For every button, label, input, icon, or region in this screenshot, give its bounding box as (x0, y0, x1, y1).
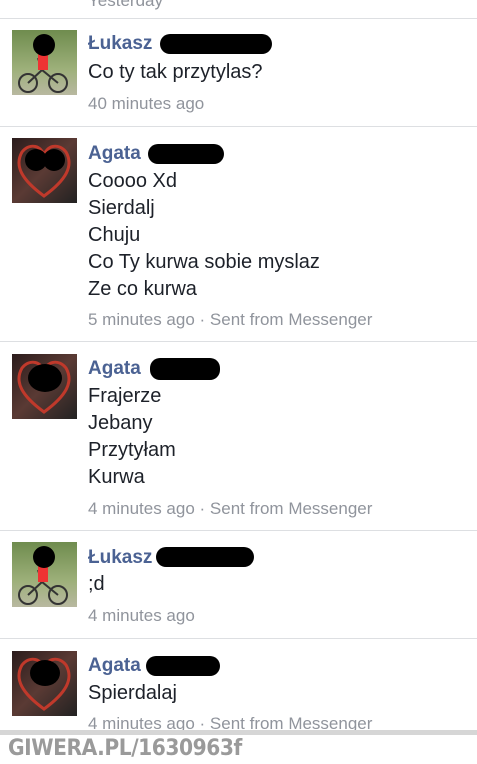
message-text: Co Ty kurwa sobie myslaz (88, 251, 320, 273)
sender-name[interactable]: Agata (88, 358, 141, 380)
message-text: ;d (88, 573, 105, 595)
divider (0, 18, 477, 19)
message-thread: Yesterday Łukasz Co ty tak przytylas? 40… (0, 0, 477, 730)
divider (0, 126, 477, 127)
previous-message-meta: Yesterday (88, 0, 163, 10)
message-text: Frajerze (88, 385, 162, 407)
message-meta: 4 minutes ago · Sent from Messenger (88, 499, 373, 518)
message-text: Ze co kurwa (88, 278, 197, 300)
watermark-bar: GIWERA.PL/1630963f (0, 730, 477, 764)
message-text: Przytyłam (88, 439, 176, 461)
sender-name[interactable]: Agata (88, 143, 141, 165)
message-text: Chuju (88, 224, 141, 246)
redaction-mark (156, 547, 254, 567)
message-text: Co ty tak przytylas? (88, 61, 263, 83)
message-meta: 4 minutes ago · Sent from Messenger (88, 714, 373, 730)
redaction-mark (150, 358, 220, 380)
message-text: Sierdalj (88, 197, 155, 219)
avatar[interactable] (12, 30, 77, 95)
sender-name[interactable]: Łukasz (88, 547, 152, 569)
redaction-mark (146, 656, 220, 676)
message-text: Kurwa (88, 466, 145, 488)
message-meta: 4 minutes ago (88, 606, 195, 625)
message-text: Jebany (88, 412, 153, 434)
redaction-mark (148, 144, 224, 164)
watermark-rule (0, 730, 477, 735)
avatar[interactable] (12, 354, 77, 419)
divider (0, 530, 477, 531)
message-text: Spierdalaj (88, 682, 177, 704)
redaction-mark (160, 34, 272, 54)
divider (0, 341, 477, 342)
avatar[interactable] (12, 651, 77, 716)
message-meta: 5 minutes ago · Sent from Messenger (88, 310, 373, 329)
avatar[interactable] (12, 138, 77, 203)
sender-name[interactable]: Agata (88, 655, 141, 677)
avatar[interactable] (12, 542, 77, 607)
message-text: Coooo Xd (88, 170, 177, 192)
watermark-text: GIWERA.PL/1630963f (8, 736, 242, 761)
divider (0, 638, 477, 639)
sender-name[interactable]: Łukasz (88, 33, 152, 55)
message-meta: 40 minutes ago (88, 94, 205, 113)
